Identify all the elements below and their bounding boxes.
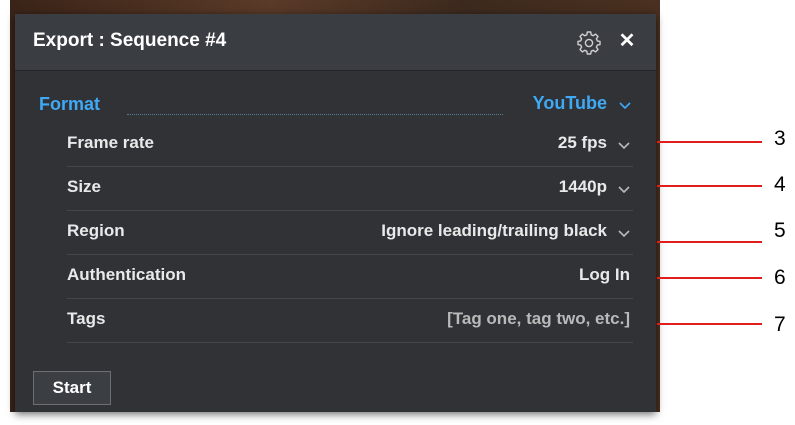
frame-rate-label: Frame rate [67,133,154,152]
dialog-title: Export : Sequence #4 [33,30,227,51]
callout-number: 6 [774,266,786,289]
callout-number: 7 [774,313,786,336]
start-button[interactable]: Start [33,371,111,405]
region-dropdown[interactable]: Ignore leading/trailing black [381,221,607,241]
callout-number: 4 [774,173,786,196]
tags-label: Tags [67,309,106,328]
size-dropdown[interactable]: 1440p [559,177,607,197]
format-divider [127,114,503,115]
gear-icon[interactable] [577,31,601,55]
setting-row-frame-rate: Frame rate 25 fps [67,122,633,167]
setting-row-region: Region Ignore leading/trailing black [67,210,633,255]
format-row: Format YouTube [39,92,633,118]
export-dialog: Export : Sequence #4 ✕ Format YouTube Fr… [15,14,656,412]
chevron-down-icon[interactable] [618,184,630,194]
callout-line [657,277,762,279]
tags-input[interactable]: [Tag one, tag two, etc.] [447,309,630,329]
callout-line [657,241,762,243]
setting-row-authentication: Authentication Log In [67,254,633,299]
size-label: Size [67,177,102,196]
dialog-titlebar: Export : Sequence #4 ✕ [15,14,656,71]
callout-number: 3 [774,127,786,150]
chevron-down-icon[interactable] [618,228,630,238]
frame-rate-dropdown[interactable]: 25 fps [558,133,607,153]
callout-line [657,141,762,143]
setting-row-tags: Tags [Tag one, tag two, etc.] [67,298,633,343]
format-dropdown[interactable]: YouTube [533,93,607,114]
callout-line [657,323,762,325]
close-icon[interactable]: ✕ [616,28,638,54]
region-label: Region [67,221,125,240]
authentication-label: Authentication [67,265,186,284]
log-in-link[interactable]: Log In [579,265,630,285]
setting-row-size: Size 1440p [67,166,633,211]
chevron-down-icon[interactable] [618,140,630,150]
format-label: Format [39,94,101,114]
callout-number: 5 [774,219,786,242]
callout-line [657,185,762,187]
chevron-down-icon[interactable] [619,100,631,110]
